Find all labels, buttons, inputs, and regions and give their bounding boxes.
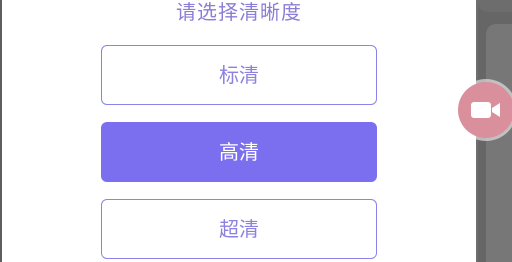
background-card-bottom [486,24,512,262]
floating-video-button[interactable] [458,82,512,138]
resolution-option-fhd[interactable]: 超清 [101,199,377,259]
video-camera-icon [471,102,500,118]
resolution-option-hd[interactable]: 高清 [101,122,377,182]
background-card-top [478,0,512,12]
resolution-dialog: 请选择清晰度 标清 高清 超清 [2,0,476,262]
screen: 请选择清晰度 标清 高清 超清 [0,0,512,262]
dialog-title: 请选择清晰度 [176,0,302,24]
resolution-option-sd[interactable]: 标清 [101,45,377,105]
